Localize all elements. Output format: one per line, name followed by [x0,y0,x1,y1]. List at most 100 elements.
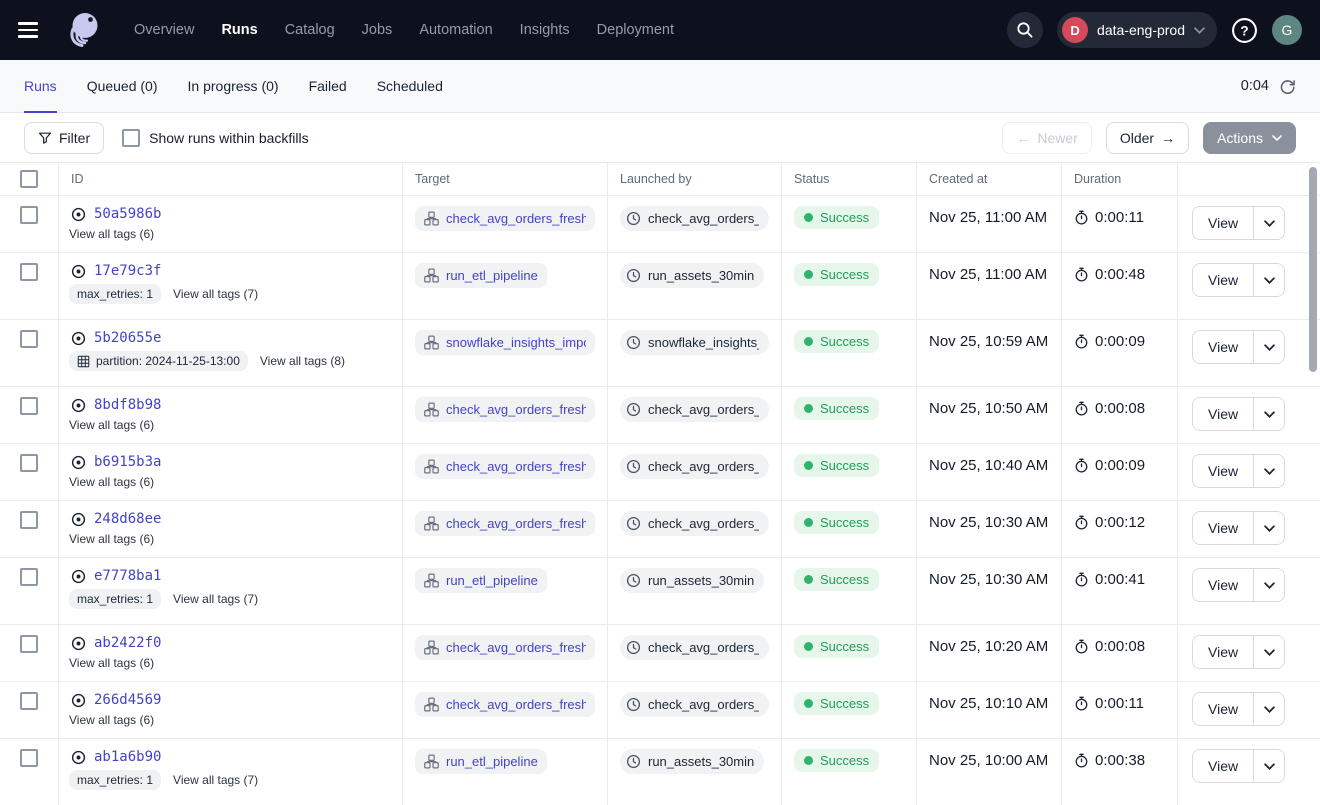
tab-failed[interactable]: Failed [309,60,347,112]
run-target-link[interactable]: run_etl_pipeline [415,568,547,593]
row-checkbox[interactable] [20,397,38,415]
view-all-tags-link[interactable]: View all tags (6) [69,713,154,727]
run-target-link[interactable]: check_avg_orders_freshne [415,397,595,422]
user-avatar[interactable]: G [1272,15,1302,45]
run-tag-text: max_retries: 1 [77,592,153,606]
view-button-label: View [1208,272,1238,288]
view-dropdown-button[interactable] [1253,512,1284,544]
view-button[interactable]: View [1193,331,1253,363]
older-button[interactable]: Older → [1106,122,1189,154]
view-button[interactable]: View [1193,569,1253,601]
row-checkbox[interactable] [20,692,38,710]
filter-button[interactable]: Filter [24,122,104,154]
view-button[interactable]: View [1193,455,1253,487]
dagster-logo[interactable] [62,9,104,51]
hamburger-menu-icon[interactable] [18,19,44,41]
run-id-link[interactable]: 50a5986b [94,206,161,222]
view-button[interactable]: View [1193,750,1253,782]
run-id-link[interactable]: 266d4569 [94,692,161,708]
duration-value: 0:00:12 [1095,514,1145,531]
view-button[interactable]: View [1193,693,1253,725]
view-button[interactable]: View [1193,398,1253,430]
help-icon[interactable]: ? [1231,17,1258,44]
row-checkbox[interactable] [20,330,38,348]
run-target-link[interactable]: check_avg_orders_freshne [415,206,595,231]
run-target-link[interactable]: check_avg_orders_freshne [415,635,595,660]
launched-by-link[interactable]: check_avg_orders_f… [620,511,769,536]
launched-by-link[interactable]: check_avg_orders_f… [620,206,769,231]
view-button[interactable]: View [1193,207,1253,239]
view-all-tags-link[interactable]: View all tags (8) [260,354,345,368]
view-all-tags-link[interactable]: View all tags (7) [173,592,258,606]
view-all-tags-link[interactable]: View all tags (7) [173,773,258,787]
row-checkbox[interactable] [20,454,38,472]
launched-by-link[interactable]: check_avg_orders_f… [620,397,769,422]
run-id-link[interactable]: ab2422f0 [94,635,161,651]
view-all-tags-link[interactable]: View all tags (6) [69,227,154,241]
row-checkbox[interactable] [20,635,38,653]
tab-in-progress[interactable]: In progress (0) [188,60,279,112]
run-id-link[interactable]: b6915b3a [94,454,161,470]
row-checkbox[interactable] [20,749,38,767]
newer-button[interactable]: ← Newer [1002,122,1091,154]
run-target-link[interactable]: snowflake_insights_import [415,330,595,355]
nav-item-automation[interactable]: Automation [419,22,492,38]
view-dropdown-button[interactable] [1253,398,1284,430]
run-target-link[interactable]: run_etl_pipeline [415,749,547,774]
view-dropdown-button[interactable] [1253,331,1284,363]
run-id-link[interactable]: 8bdf8b98 [94,397,161,413]
tab-queued[interactable]: Queued (0) [87,60,158,112]
refresh-icon[interactable] [1279,78,1296,95]
run-id-link[interactable]: 5b20655e [94,330,161,346]
run-id-link[interactable]: 17e79c3f [94,263,161,279]
nav-item-runs[interactable]: Runs [221,22,257,38]
row-checkbox[interactable] [20,263,38,281]
tab-scheduled[interactable]: Scheduled [377,60,443,112]
run-id-link[interactable]: 248d68ee [94,511,161,527]
tab-runs[interactable]: Runs [24,60,57,112]
launched-by-link[interactable]: check_avg_orders_f… [620,454,769,479]
select-all-checkbox[interactable] [20,170,38,188]
run-id-link[interactable]: e7778ba1 [94,568,161,584]
launched-by-link[interactable]: run_assets_30min [620,263,764,288]
actions-button[interactable]: Actions [1203,122,1296,154]
backfills-checkbox[interactable] [122,129,140,147]
view-dropdown-button[interactable] [1253,207,1284,239]
launched-by-link[interactable]: run_assets_30min [620,749,764,774]
view-all-tags-link[interactable]: View all tags (6) [69,418,154,432]
nav-item-insights[interactable]: Insights [520,22,570,38]
row-checkbox[interactable] [20,568,38,586]
view-button[interactable]: View [1193,264,1253,296]
view-all-tags-link[interactable]: View all tags (7) [173,287,258,301]
view-dropdown-button[interactable] [1253,264,1284,296]
search-icon[interactable] [1007,12,1043,48]
launched-by-link[interactable]: check_avg_orders_f… [620,692,769,717]
launched-by-link[interactable]: check_avg_orders_f… [620,635,769,660]
launched-by-link[interactable]: run_assets_30min [620,568,764,593]
nav-item-deployment[interactable]: Deployment [597,22,674,38]
run-target-link[interactable]: check_avg_orders_freshne [415,692,595,717]
nav-item-jobs[interactable]: Jobs [362,22,393,38]
view-all-tags-link[interactable]: View all tags (6) [69,656,154,670]
view-dropdown-button[interactable] [1253,693,1284,725]
workspace-switcher[interactable]: D data-eng-prod [1057,12,1217,48]
view-dropdown-button[interactable] [1253,569,1284,601]
run-target-link[interactable]: run_etl_pipeline [415,263,547,288]
vertical-scrollbar-thumb[interactable] [1309,167,1317,372]
view-button[interactable]: View [1193,636,1253,668]
stopwatch-icon [1074,515,1089,530]
view-dropdown-button[interactable] [1253,636,1284,668]
run-target-link[interactable]: check_avg_orders_freshne [415,511,595,536]
view-all-tags-link[interactable]: View all tags (6) [69,532,154,546]
nav-item-catalog[interactable]: Catalog [285,22,335,38]
view-all-tags-link[interactable]: View all tags (6) [69,475,154,489]
view-dropdown-button[interactable] [1253,750,1284,782]
run-target-link[interactable]: check_avg_orders_freshne [415,454,595,479]
view-dropdown-button[interactable] [1253,455,1284,487]
row-checkbox[interactable] [20,511,38,529]
launched-by-link[interactable]: snowflake_insights_… [620,330,769,355]
row-checkbox[interactable] [20,206,38,224]
run-id-link[interactable]: ab1a6b90 [94,749,161,765]
view-button[interactable]: View [1193,512,1253,544]
nav-item-overview[interactable]: Overview [134,22,194,38]
